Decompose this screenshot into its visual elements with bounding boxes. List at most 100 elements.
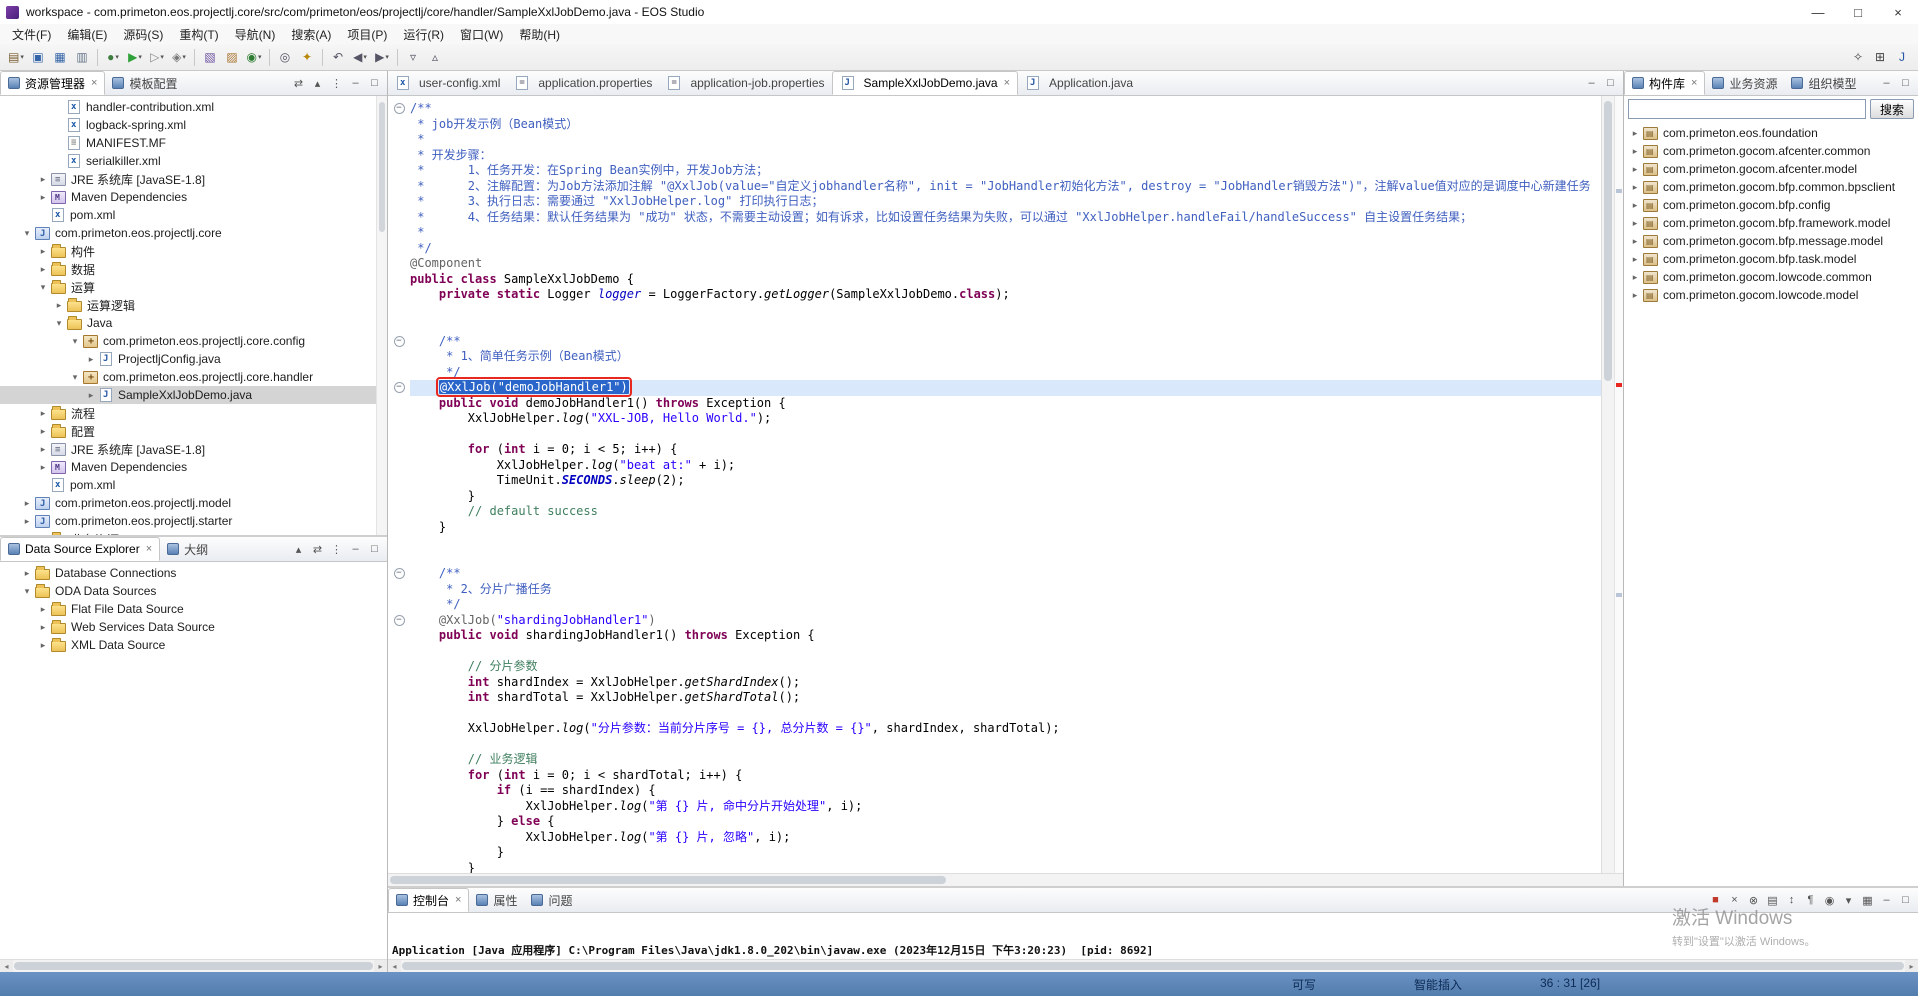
minimize-view-icon[interactable]: – [347, 75, 364, 91]
editor-tab[interactable]: application-job.properties [659, 71, 831, 95]
chevron-right-icon[interactable]: ▸ [36, 640, 50, 651]
link-with-editor-icon[interactable]: ⇄ [309, 541, 326, 557]
search-input[interactable] [1628, 99, 1866, 119]
menu-item[interactable]: 搜索(A) [283, 24, 339, 45]
code-line[interactable]: */ [388, 241, 1601, 257]
chevron-right-icon[interactable]: ▸ [1628, 128, 1642, 139]
tree-item[interactable]: logback-spring.xml [0, 116, 387, 134]
tree-item[interactable]: ▾com.primeton.eos.projectlj.core.config [0, 332, 387, 350]
code-line[interactable] [388, 551, 1601, 567]
search-icon[interactable]: ✧ [1848, 47, 1868, 68]
minimize-editor-icon[interactable]: – [1583, 75, 1600, 91]
code-area[interactable]: −/** * job开发示例（Bean模式） * * 开发步骤： * 1、任务开… [388, 96, 1601, 873]
tree-item[interactable]: ▸ProjectljConfig.java [0, 350, 387, 368]
code-line[interactable]: // default success [388, 504, 1601, 520]
chevron-right-icon[interactable]: ▸ [36, 622, 50, 633]
tree-item[interactable]: ▸com.primeton.gocom.bfp.task.model [1624, 250, 1918, 268]
console-tab[interactable]: 问题 [524, 888, 579, 912]
fold-icon[interactable]: − [394, 336, 405, 347]
console-tab[interactable]: 属性 [469, 888, 524, 912]
view-menu-icon[interactable]: ⋮ [328, 75, 345, 91]
tree-item[interactable]: ▸Maven Dependencies [0, 458, 387, 476]
code-line[interactable] [388, 535, 1601, 551]
close-icon[interactable]: × [455, 894, 461, 906]
fold-icon[interactable]: − [394, 568, 405, 579]
chevron-right-icon[interactable]: ▸ [36, 426, 50, 437]
console-tab[interactable]: 控制台× [388, 888, 469, 912]
editor-tab[interactable]: user-config.xml [388, 71, 507, 95]
minimize-button[interactable]: — [1798, 0, 1838, 24]
chevron-down-icon[interactable]: ▾ [20, 586, 34, 597]
debug-icon[interactable]: ●▾ [103, 47, 123, 68]
tree-item[interactable]: ▸数据 [0, 260, 387, 278]
tree-item[interactable]: pom.xml [0, 476, 387, 494]
tree-item[interactable]: ▸Flat File Data Source [0, 600, 387, 618]
new-wizard-icon[interactable]: ▤▾ [6, 47, 26, 68]
chevron-right-icon[interactable]: ▸ [52, 300, 66, 311]
console-hscrollbar[interactable]: ◂ ▸ [388, 959, 1918, 972]
new-package-icon[interactable]: ▨ [222, 47, 242, 68]
next-annotation-icon[interactable]: ▿ [403, 47, 423, 68]
chevron-right-icon[interactable]: ▸ [1628, 164, 1642, 175]
search-button[interactable]: 搜索 [1870, 99, 1914, 119]
tree-item[interactable]: ▸Database Connections [0, 564, 387, 582]
palette-tab[interactable]: 构件库× [1624, 71, 1705, 95]
code-line[interactable]: * 1、任务开发：在Spring Bean实例中，开发Job方法； [388, 163, 1601, 179]
chevron-down-icon[interactable]: ▾ [68, 372, 82, 383]
code-line[interactable]: int shardTotal = XxlJobHelper.getShardTo… [388, 690, 1601, 706]
code-line[interactable]: * 2、分片广播任务 [388, 582, 1601, 598]
editor-hscrollbar[interactable] [388, 873, 1623, 886]
tree-item[interactable]: ▸com.primeton.gocom.bfp.framework.model [1624, 214, 1918, 232]
code-line[interactable]: } [388, 489, 1601, 505]
editor-vscrollbar[interactable] [1601, 96, 1614, 873]
code-line[interactable]: * 开发步骤： [388, 148, 1601, 164]
code-line[interactable]: − @XxlJob("shardingJobHandler1") [388, 613, 1601, 629]
palette-tab[interactable]: 组织模型 [1784, 71, 1863, 95]
maximize-view-icon[interactable]: □ [366, 541, 383, 557]
tree-item[interactable]: ▸com.primeton.gocom.lowcode.common [1624, 268, 1918, 286]
save-icon[interactable]: ▣ [28, 47, 48, 68]
chevron-down-icon[interactable]: ▾ [36, 282, 50, 293]
code-line[interactable] [388, 427, 1601, 443]
chevron-right-icon[interactable]: ▸ [36, 444, 50, 455]
code-line[interactable]: public void shardingJobHandler1() throws… [388, 628, 1601, 644]
code-line[interactable]: * 2、注解配置：为Job方法添加注解 "@XxlJob(value="自定义j… [388, 179, 1601, 195]
chevron-right-icon[interactable]: ▸ [1628, 218, 1642, 229]
chevron-right-icon[interactable]: ▸ [1628, 182, 1642, 193]
code-line[interactable]: // 业务逻辑 [388, 752, 1601, 768]
code-line[interactable]: TimeUnit.SECONDS.sleep(2); [388, 473, 1601, 489]
tree-item[interactable]: ▸com.primeton.gocom.bfp.common.bpsclient [1624, 178, 1918, 196]
new-class-icon[interactable]: ◉▾ [244, 47, 264, 68]
collapse-all-icon[interactable]: ▴ [309, 75, 326, 91]
menu-item[interactable]: 帮助(H) [511, 24, 568, 45]
code-line[interactable]: int shardIndex = XxlJobHelper.getShardIn… [388, 675, 1601, 691]
dse-tab[interactable]: Data Source Explorer× [0, 537, 160, 561]
code-line[interactable]: XxlJobHelper.log("第 {} 片, 命中分片开始处理", i); [388, 799, 1601, 815]
code-line[interactable] [388, 737, 1601, 753]
tree-item[interactable]: ▸运算逻辑 [0, 296, 387, 314]
chevron-right-icon[interactable]: ▸ [1628, 236, 1642, 247]
menu-item[interactable]: 运行(R) [395, 24, 452, 45]
fold-icon[interactable]: − [394, 615, 405, 626]
code-line[interactable]: } [388, 845, 1601, 861]
chevron-down-icon[interactable]: ▾ [52, 318, 66, 329]
menu-item[interactable]: 项目(P) [339, 24, 395, 45]
tree-item[interactable]: ▸com.primeton.gocom.bfp.message.model [1624, 232, 1918, 250]
view-menu-icon[interactable]: ⋮ [328, 541, 345, 557]
minimize-view-icon[interactable]: – [1878, 892, 1895, 908]
code-line[interactable]: −/** [388, 101, 1601, 117]
chevron-right-icon[interactable]: ▸ [36, 534, 50, 536]
code-line[interactable] [388, 644, 1601, 660]
code-line[interactable]: XxlJobHelper.log("第 {} 片, 忽略", i); [388, 830, 1601, 846]
code-line[interactable]: */ [388, 365, 1601, 381]
external-tools-icon[interactable]: ◈▾ [169, 47, 189, 68]
java-perspective-icon[interactable]: J [1892, 47, 1912, 68]
code-line[interactable]: XxlJobHelper.log("分片参数：当前分片序号 = {}, 总分片数… [388, 721, 1601, 737]
code-line[interactable]: * 1、简单任务示例（Bean模式） [388, 349, 1601, 365]
word-wrap-icon[interactable]: ¶ [1802, 892, 1819, 908]
chevron-right-icon[interactable]: ▸ [1628, 146, 1642, 157]
scroll-left-icon[interactable]: ◂ [388, 960, 401, 972]
tree-item[interactable]: ▸com.primeton.gocom.bfp.config [1624, 196, 1918, 214]
code-line[interactable]: * 4、任务结果：默认任务结果为 "成功" 状态，不需要主动设置；如有诉求，比如… [388, 210, 1601, 226]
remove-all-launches-icon[interactable]: ⊗ [1745, 892, 1762, 908]
